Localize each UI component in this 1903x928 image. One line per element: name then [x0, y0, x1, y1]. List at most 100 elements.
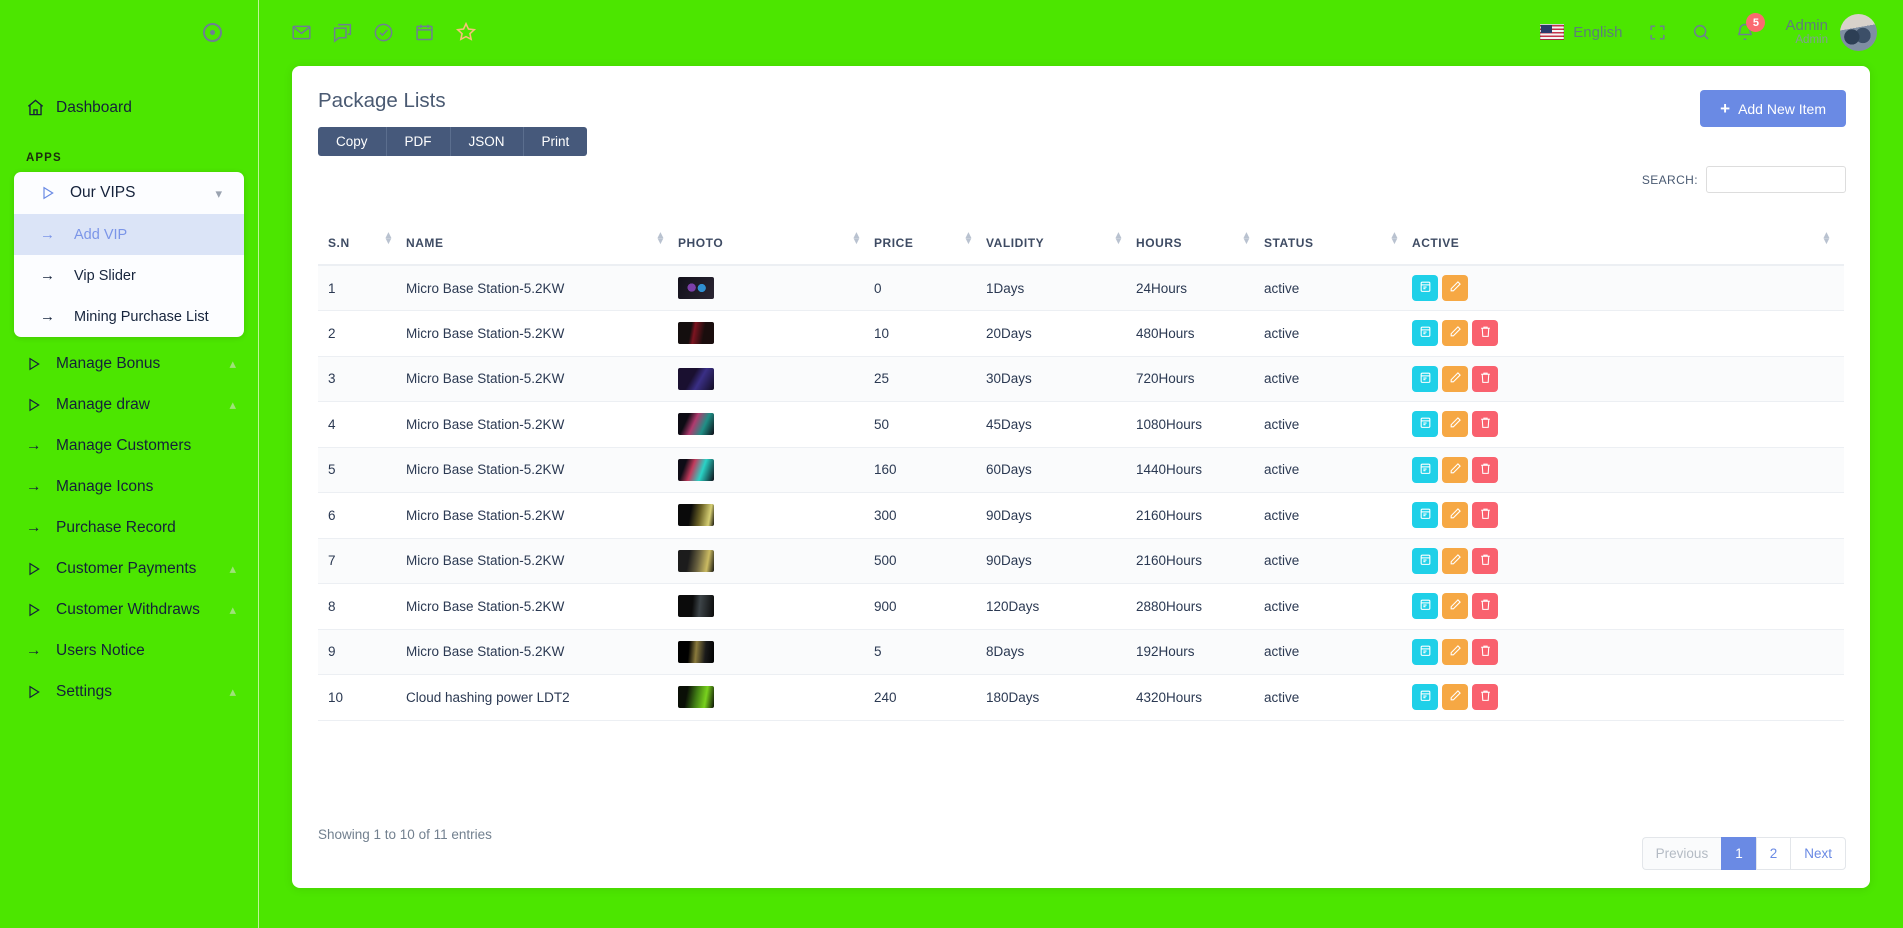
- cell-validity: 8Days: [986, 629, 1136, 675]
- sidebar-item-manage-bonus[interactable]: Manage Bonus ▴: [0, 343, 258, 384]
- pagination-next[interactable]: Next: [1790, 837, 1846, 870]
- chat-icon[interactable]: [332, 22, 353, 43]
- sidebar-item-mining-purchase-list[interactable]: → Mining Purchase List: [14, 296, 244, 337]
- check-circle-icon[interactable]: [373, 22, 394, 43]
- delete-action-button[interactable]: [1472, 639, 1498, 665]
- edit-action-button[interactable]: [1442, 639, 1468, 665]
- delete-action-button[interactable]: [1472, 593, 1498, 619]
- edit-action-button[interactable]: [1442, 411, 1468, 437]
- column-header-status[interactable]: STATUS▲▼: [1264, 226, 1412, 265]
- edit-action-button[interactable]: [1442, 593, 1468, 619]
- search-icon[interactable]: [1691, 22, 1711, 42]
- sidebar-item-customer-withdraws[interactable]: Customer Withdraws ▴: [0, 589, 258, 630]
- column-header-sn[interactable]: S.N▲▼: [318, 226, 406, 265]
- mail-icon[interactable]: [291, 22, 312, 43]
- star-icon[interactable]: [455, 21, 477, 43]
- sidebar-item-label: Dashboard: [56, 99, 258, 117]
- delete-action-button[interactable]: [1472, 366, 1498, 392]
- sidebar-item-dashboard[interactable]: Dashboard: [0, 87, 258, 128]
- column-header-hours[interactable]: HOURS▲▼: [1136, 226, 1264, 265]
- calendar-action-button[interactable]: [1412, 275, 1438, 301]
- cell-name: Cloud hashing power LDT2: [406, 675, 678, 721]
- column-header-validity[interactable]: VALIDITY▲▼: [986, 226, 1136, 265]
- avatar[interactable]: [1840, 14, 1877, 51]
- calendar-action-button[interactable]: [1412, 502, 1438, 528]
- arrow-right-icon: →: [40, 308, 74, 325]
- action-buttons: [1412, 639, 1844, 665]
- calendar-action-button[interactable]: [1412, 639, 1438, 665]
- expand-icon[interactable]: [1648, 23, 1667, 42]
- sidebar-group-our-vips[interactable]: Our VIPS ▾: [14, 172, 244, 214]
- column-header-active[interactable]: ACTIVE▲▼: [1412, 226, 1844, 265]
- pagination-previous[interactable]: Previous: [1642, 837, 1722, 870]
- package-lists-card: Package Lists Copy PDF JSON Print + Add …: [292, 66, 1870, 888]
- delete-action-button[interactable]: [1472, 548, 1498, 574]
- calendar-action-button[interactable]: [1412, 684, 1438, 710]
- calendar-action-button[interactable]: [1412, 366, 1438, 392]
- sidebar-item-settings[interactable]: Settings ▴: [0, 671, 258, 712]
- delete-action-button[interactable]: [1472, 457, 1498, 483]
- sidebar-item-manage-customers[interactable]: → Manage Customers: [0, 425, 258, 466]
- pagination-page-2[interactable]: 2: [1756, 837, 1791, 870]
- table-row: 8Micro Base Station-5.2KW900120Days2880H…: [318, 584, 1844, 630]
- edit-action-button[interactable]: [1442, 366, 1468, 392]
- table-row: 9Micro Base Station-5.2KW58Days192Hoursa…: [318, 629, 1844, 675]
- print-button[interactable]: Print: [524, 127, 588, 156]
- cell-photo: [678, 447, 874, 493]
- column-header-photo[interactable]: PHOTO▲▼: [678, 226, 874, 265]
- search-input[interactable]: [1706, 166, 1846, 193]
- sidebar-item-vip-slider[interactable]: → Vip Slider: [14, 255, 244, 296]
- pagination-page-1[interactable]: 1: [1721, 837, 1756, 870]
- sidebar-item-add-vip[interactable]: → Add VIP: [14, 214, 244, 255]
- column-header-price[interactable]: PRICE▲▼: [874, 226, 986, 265]
- cell-status: active: [1264, 447, 1412, 493]
- add-new-item-button[interactable]: + Add New Item: [1700, 90, 1846, 127]
- delete-action-button[interactable]: [1472, 411, 1498, 437]
- user-menu[interactable]: Admin Admin: [1785, 18, 1828, 46]
- sidebar-item-customer-payments[interactable]: Customer Payments ▴: [0, 548, 258, 589]
- cell-price: 900: [874, 584, 986, 630]
- cell-price: 25: [874, 356, 986, 402]
- table-row: 6Micro Base Station-5.2KW30090Days2160Ho…: [318, 493, 1844, 539]
- sidebar-item-manage-icons[interactable]: → Manage Icons: [0, 466, 258, 507]
- column-header-name[interactable]: NAME▲▼: [406, 226, 678, 265]
- calendar-icon[interactable]: [414, 22, 435, 43]
- language-selector[interactable]: English: [1573, 24, 1622, 41]
- calendar-action-button[interactable]: [1412, 593, 1438, 619]
- cell-actions: [1412, 629, 1844, 675]
- action-buttons: [1412, 593, 1844, 619]
- cell-photo: [678, 493, 874, 539]
- sidebar-item-label: Manage Icons: [56, 478, 258, 496]
- cell-photo: [678, 265, 874, 311]
- sidebar-nav-list: Manage Bonus ▴ Manage draw ▴ → Manage Cu…: [0, 343, 258, 712]
- edit-action-button[interactable]: [1442, 502, 1468, 528]
- edit-action-button[interactable]: [1442, 275, 1468, 301]
- target-icon[interactable]: [203, 23, 222, 42]
- calendar-action-button[interactable]: [1412, 411, 1438, 437]
- calendar-action-button[interactable]: [1412, 320, 1438, 346]
- gpu-thumb-10: [678, 686, 714, 708]
- action-buttons: [1412, 684, 1844, 710]
- delete-action-button[interactable]: [1472, 502, 1498, 528]
- json-button[interactable]: JSON: [451, 127, 524, 156]
- edit-action-button[interactable]: [1442, 457, 1468, 483]
- calendar-action-button[interactable]: [1412, 457, 1438, 483]
- delete-action-button[interactable]: [1472, 684, 1498, 710]
- sidebar-item-purchase-record[interactable]: → Purchase Record: [0, 507, 258, 548]
- copy-button[interactable]: Copy: [318, 127, 387, 156]
- sidebar-item-users-notice[interactable]: → Users Notice: [0, 630, 258, 671]
- delete-action-button[interactable]: [1472, 320, 1498, 346]
- cell-price: 50: [874, 402, 986, 448]
- cell-name: Micro Base Station-5.2KW: [406, 402, 678, 448]
- gpu-thumb-7: [678, 550, 714, 572]
- pdf-button[interactable]: PDF: [387, 127, 451, 156]
- calendar-icon: [1419, 371, 1432, 387]
- sidebar-item-manage-draw[interactable]: Manage draw ▴: [0, 384, 258, 425]
- calendar-action-button[interactable]: [1412, 548, 1438, 574]
- bell-icon[interactable]: 5: [1735, 22, 1755, 42]
- table-row: 4Micro Base Station-5.2KW5045Days1080Hou…: [318, 402, 1844, 448]
- edit-action-button[interactable]: [1442, 320, 1468, 346]
- edit-action-button[interactable]: [1442, 684, 1468, 710]
- edit-action-button[interactable]: [1442, 548, 1468, 574]
- search-box: SEARCH:: [1642, 166, 1846, 193]
